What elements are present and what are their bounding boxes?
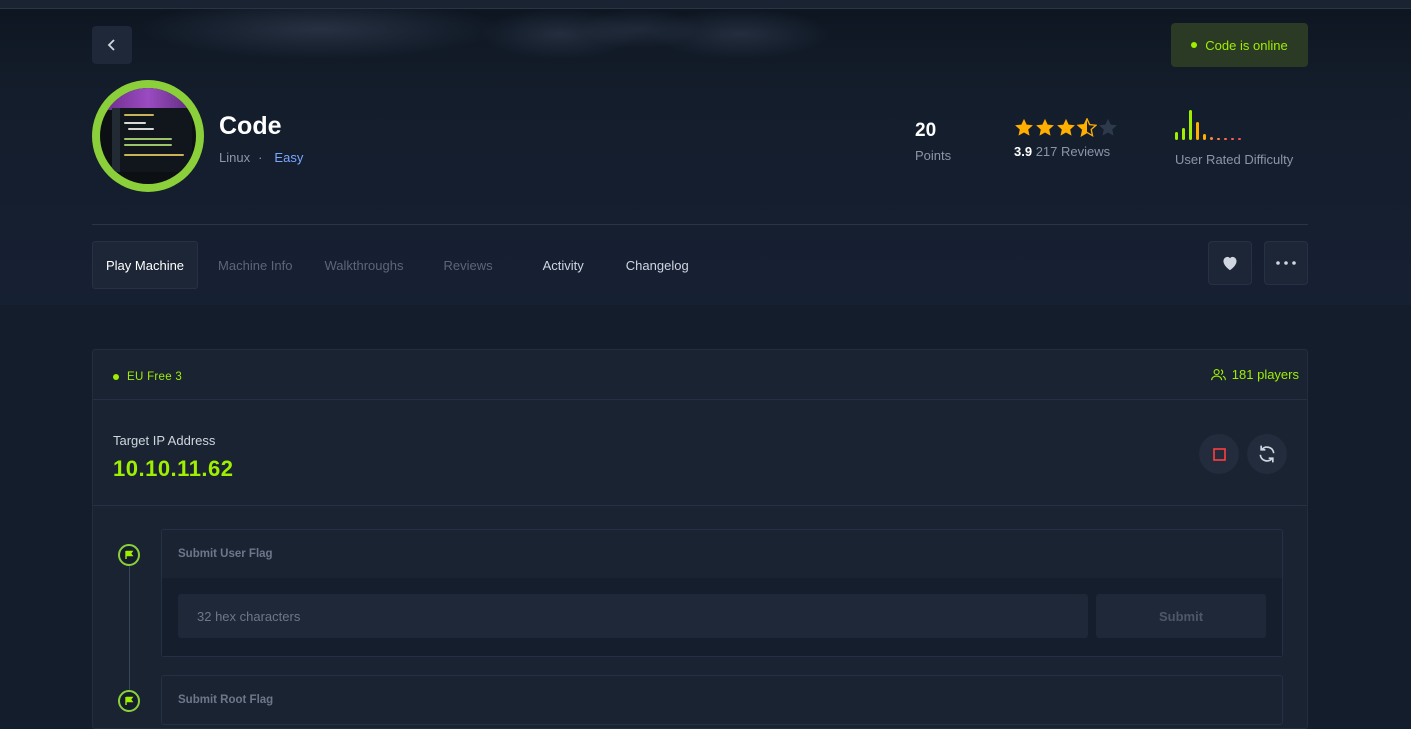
heart-icon [1223,256,1237,271]
difficulty-bar [1182,128,1185,140]
difficulty-bar [1238,138,1241,140]
machine-tabs: Play Machine Machine Info Walkthroughs R… [92,241,702,289]
server-name: EU Free 3 [127,370,183,383]
flag-icon [125,696,134,705]
tab-play-machine[interactable]: Play Machine [92,241,199,289]
difficulty-bar [1231,138,1234,140]
rating-value: 3.9 [1014,144,1033,159]
difficulty-bar [1210,137,1213,140]
player-count: 181 players [1210,367,1299,382]
user-flag-node [118,544,140,566]
user-flag-card: Submit User Flag 32 hex characters Submi… [161,529,1283,657]
rating-stat[interactable]: 3.9 217 Reviews [1014,118,1118,159]
meta-separator: · [258,150,263,165]
stop-machine-button[interactable] [1199,434,1239,474]
difficulty-bar [1217,138,1220,140]
tab-changelog[interactable]: Changelog [604,241,702,289]
back-button[interactable] [92,26,132,64]
server-status-dot [113,373,119,380]
points-value: 20 [915,120,937,141]
machine-status-badge: Code is online [1171,23,1308,67]
tab-machine-info[interactable]: Machine Info [198,241,308,289]
user-flag-title: Submit User Flag [178,548,273,560]
star-icon [1036,118,1054,136]
points-stat: 20 Points [915,120,951,163]
star-icon [1057,118,1075,136]
root-flag-node [118,690,140,712]
difficulty-bar [1224,138,1227,140]
tab-walkthroughs[interactable]: Walkthroughs [308,241,423,289]
status-dot [1191,42,1198,48]
user-flag-input[interactable]: 32 hex characters [178,594,1088,638]
star-half-icon [1077,118,1097,137]
target-section: Target IP Address 10.10.11.62 [93,400,1307,506]
machine-os: Linux [219,150,251,165]
target-ip-value[interactable]: 10.10.11.62 [113,456,234,482]
reset-machine-button[interactable] [1247,434,1287,474]
more-options-button[interactable] [1264,241,1308,285]
tab-reviews[interactable]: Reviews [423,241,520,289]
top-bar [0,0,1411,9]
user-flag-form: 32 hex characters Submit [162,578,1282,656]
reviews-count: 217 Reviews [1035,144,1111,159]
difficulty-stat: User Rated Difficulty [1175,108,1293,167]
chevron-left-icon [107,39,115,51]
play-panel: EU Free 3 181 players Target IP Address … [92,349,1308,729]
flag-icon [125,550,134,559]
tab-activity[interactable]: Activity [521,241,604,289]
star-icon [1015,118,1033,136]
header-divider [92,224,1308,225]
points-label: Points [915,148,952,163]
users-icon [1210,368,1226,381]
flag-timeline [129,566,130,708]
server-header: EU Free 3 181 players [93,350,1307,400]
players-text: 181 players [1231,367,1299,382]
favorite-button[interactable] [1208,241,1252,285]
difficulty-bar [1203,134,1206,140]
root-flag-card: Submit Root Flag [161,675,1283,725]
machine-name: Code [219,112,282,140]
target-ip-label: Target IP Address [113,433,216,448]
rating-stars [1014,118,1118,137]
machine-status-text: Code is online [1205,37,1288,53]
difficulty-chart [1175,108,1293,140]
refresh-icon [1259,445,1275,463]
machine-difficulty[interactable]: Easy [274,150,303,165]
difficulty-bar [1189,110,1192,140]
submit-user-flag-button[interactable]: Submit [1096,594,1266,638]
machine-meta: Linux · Easy [219,150,303,165]
stop-icon [1212,447,1226,461]
server-selector[interactable]: EU Free 3 [113,371,182,383]
more-horizontal-icon [1276,261,1296,265]
difficulty-bar [1175,132,1178,140]
difficulty-bar [1196,122,1199,140]
difficulty-label: User Rated Difficulty [1175,152,1294,167]
machine-avatar [92,80,204,192]
star-empty-icon [1099,118,1117,136]
